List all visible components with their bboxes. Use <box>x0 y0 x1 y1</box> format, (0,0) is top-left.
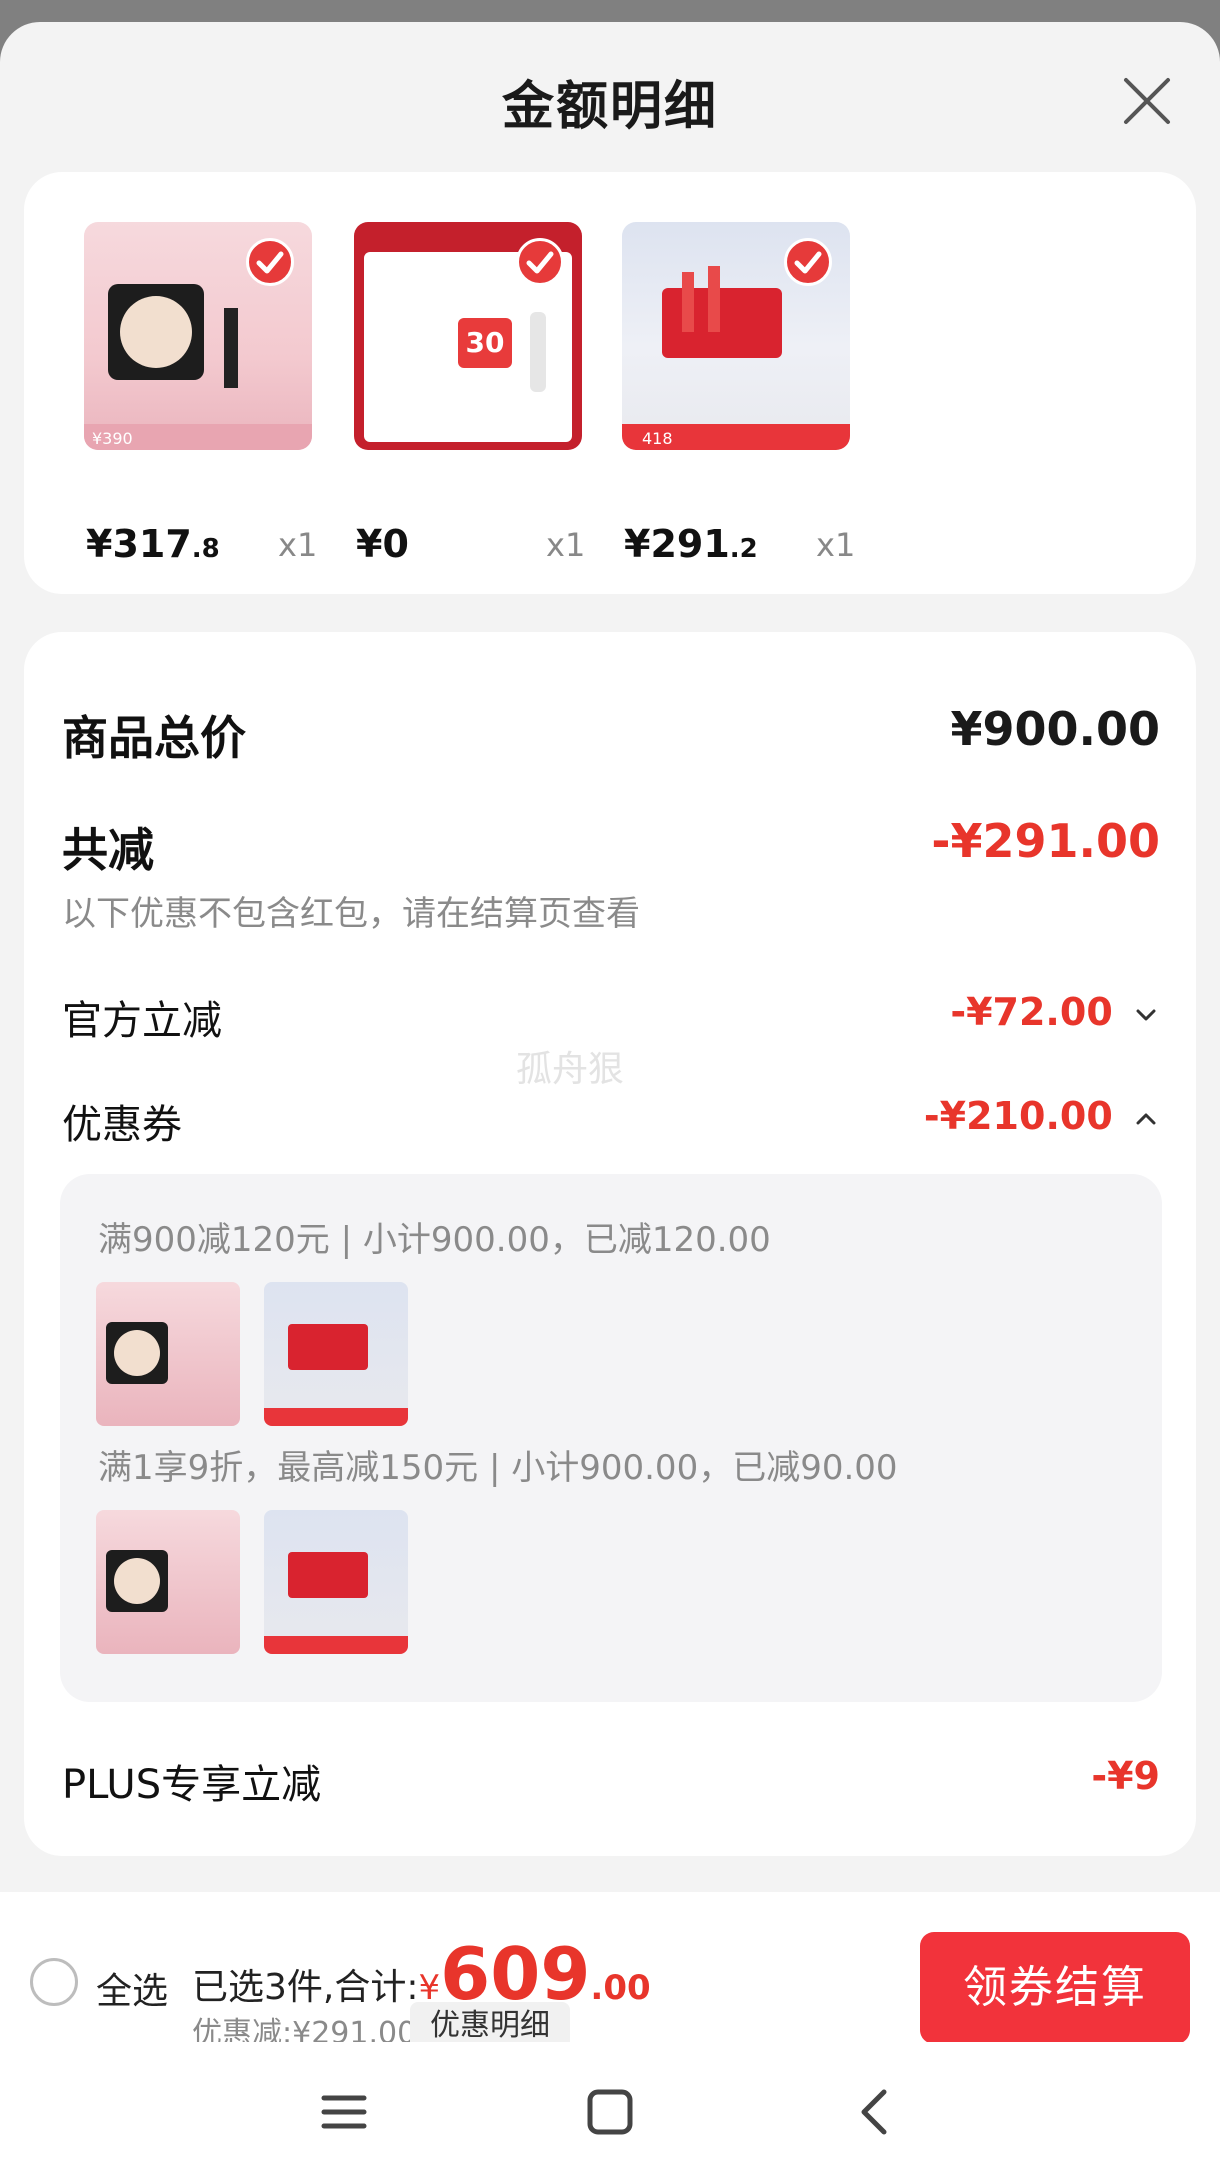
powder-shape <box>114 1330 160 1376</box>
brush-shape <box>224 308 238 388</box>
check-icon <box>794 251 822 274</box>
product-qty-2: x1 <box>546 526 586 564</box>
banner-strip <box>264 1408 408 1426</box>
discount-note: 以下优惠不包含红包，请在结算页查看 <box>62 894 640 934</box>
sheet-title: 金额明细 <box>501 77 718 137</box>
coupon-breakdown: 满900减120元 | 小计900.00，已减120.00 满1享9折，最高减1… <box>60 1174 1162 1702</box>
amount-detail-sheet: 金额明细 ¥390 30 418 ¥317.8 x1 ¥0 x1 ¥291.2 … <box>0 22 1220 2184</box>
selected-check <box>246 238 294 286</box>
product-thumbnail-1[interactable]: ¥390 <box>84 222 312 450</box>
powder-shape <box>114 1558 160 1604</box>
reduce-label: 共减 <box>62 823 154 877</box>
bottle-shape <box>708 266 720 332</box>
total-label: 商品总价 <box>62 711 246 765</box>
coupon-value: -¥210.00 <box>923 1094 1113 1138</box>
selected-check <box>784 238 832 286</box>
coupon-toggle[interactable]: -¥210.00 <box>924 1094 1160 1138</box>
bottle-shape <box>530 312 546 392</box>
price-decimal: .8 <box>191 534 220 564</box>
coupon-label: 优惠券 <box>62 1102 182 1148</box>
banner-strip <box>264 1636 408 1654</box>
gift-box-shape <box>662 288 782 358</box>
chevron-down-icon <box>1136 1009 1156 1020</box>
watermark-text: 孤舟狠 <box>516 1049 625 1090</box>
select-all-label[interactable]: 全选 <box>96 1962 168 2014</box>
coupon-product-thumb <box>264 1282 408 1426</box>
check-icon <box>256 251 284 274</box>
system-nav-bar <box>0 2042 1220 2184</box>
reduce-value: -¥291.00 <box>931 814 1160 868</box>
official-discount-value: -¥72.00 <box>950 990 1113 1034</box>
price-integer: ¥317 <box>86 522 192 566</box>
gift-box-shape <box>288 1324 368 1370</box>
price-integer: ¥0 <box>356 522 409 566</box>
coupon-product-thumb <box>264 1510 408 1654</box>
product-price-1: ¥317.8 <box>86 522 220 566</box>
coupon-rule-1: 满900减120元 | 小计900.00，已减120.00 <box>98 1220 771 1260</box>
official-discount-label: 官方立减 <box>62 998 222 1044</box>
selected-check <box>516 238 564 286</box>
close-button[interactable] <box>1120 74 1174 128</box>
chevron-up-icon <box>1136 1113 1156 1124</box>
price-integer: ¥291 <box>624 522 730 566</box>
product-qty-3: x1 <box>816 526 856 564</box>
coupon-tag: 30 <box>458 318 512 368</box>
select-all-radio[interactable] <box>30 1958 78 2006</box>
powder-shape <box>120 296 192 368</box>
plus-discount-value: -¥9 <box>1091 1754 1160 1798</box>
total-decimal: .00 <box>590 1968 651 2008</box>
plus-discount-label: PLUS专享立减 <box>62 1762 322 1808</box>
menu-icon[interactable] <box>314 2082 374 2142</box>
gift-box-shape <box>288 1552 368 1598</box>
product-price-2: ¥0 <box>356 522 409 566</box>
coupon-product-thumb <box>96 1510 240 1654</box>
bottle-shape <box>682 272 694 332</box>
sheet-header: 金额明细 <box>0 22 1220 172</box>
price-tag: 418 <box>642 429 673 448</box>
check-icon <box>526 251 554 274</box>
coupon-rule-2: 满1享9折，最高减150元 | 小计900.00，已减90.00 <box>98 1448 898 1488</box>
price-tag: ¥390 <box>92 429 133 448</box>
home-icon[interactable] <box>580 2082 640 2142</box>
product-price-3: ¥291.2 <box>624 522 758 566</box>
products-card: ¥390 30 418 ¥317.8 x1 ¥0 x1 ¥291.2 x1 <box>24 172 1196 594</box>
official-discount-toggle[interactable]: -¥72.00 <box>950 990 1160 1034</box>
coupon-product-thumb <box>96 1282 240 1426</box>
product-thumbnail-3[interactable]: 418 <box>622 222 850 450</box>
checkout-bar: 全选 已选3件,合计:¥609.00 优惠减:¥291.00 优惠明细 领券结算 <box>0 1892 1220 2064</box>
selected-count: 已选3件,合计: <box>192 1967 419 2008</box>
price-detail-card: 商品总价 ¥900.00 共减 -¥291.00 以下优惠不包含红包，请在结算页… <box>24 632 1196 1856</box>
close-icon <box>1124 78 1170 124</box>
product-thumbnail-2[interactable]: 30 <box>354 222 582 450</box>
price-decimal: .2 <box>729 534 758 564</box>
back-icon[interactable] <box>846 2082 906 2142</box>
checkout-button[interactable]: 领券结算 <box>920 1932 1190 2044</box>
product-qty-1: x1 <box>278 526 318 564</box>
total-value: ¥900.00 <box>950 702 1160 756</box>
